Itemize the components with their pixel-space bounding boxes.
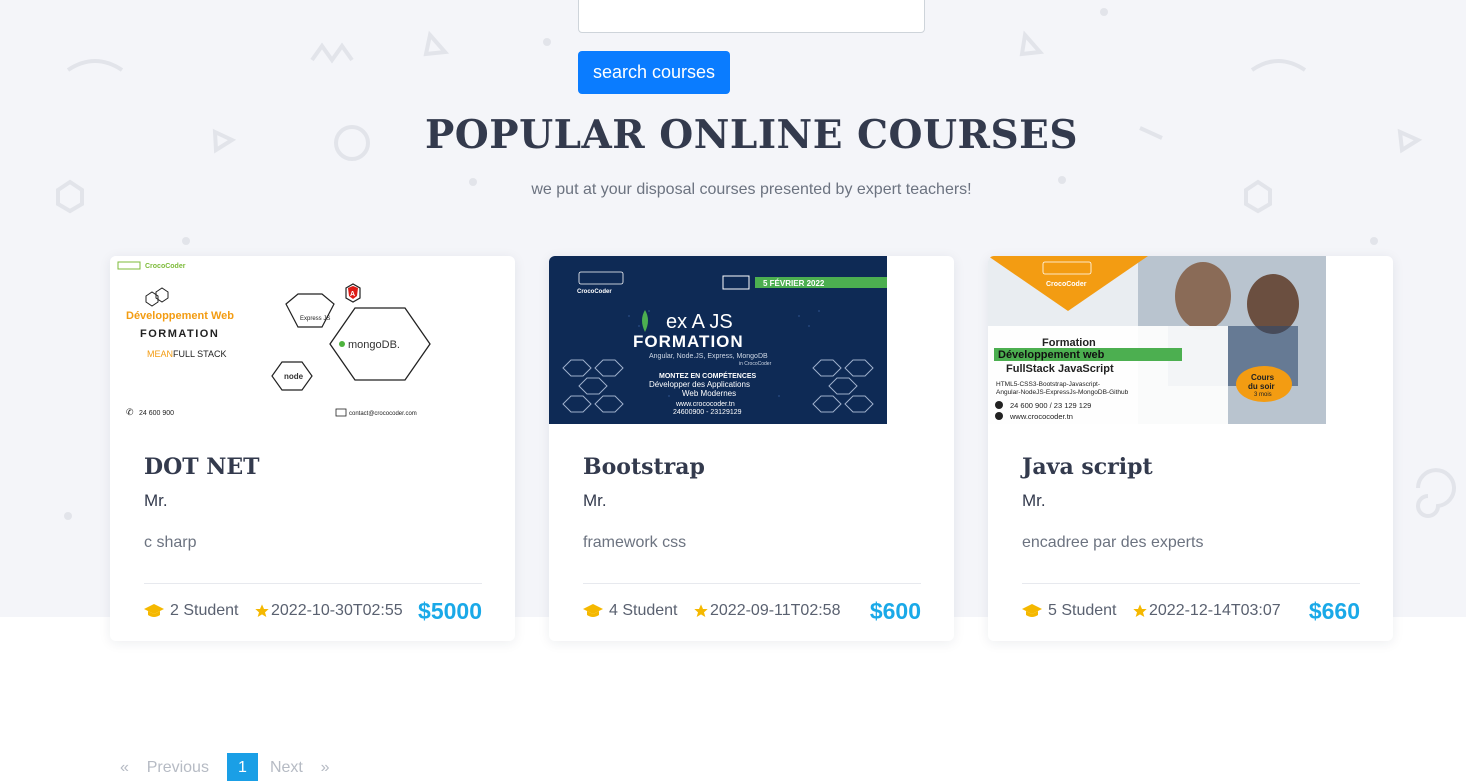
- image-phone: 24 600 900: [139, 410, 174, 417]
- course-image[interactable]: CrocoCoder 5 FÉVRIER 2022 ex A JS FORMAT…: [549, 256, 887, 424]
- graduation-cap-icon: [1022, 604, 1042, 617]
- image-site: www.crococoder.tn: [675, 401, 735, 408]
- image-stack2: Angular-NodeJS-ExpressJs-MongoDB-Github: [996, 389, 1129, 396]
- course-date: 2022-09-11T02:58: [693, 602, 840, 620]
- student-count: 5 Student: [1022, 602, 1117, 620]
- image-brand: CrocoCoder: [145, 263, 186, 270]
- image-line3: FullStack JavaScript: [1006, 363, 1114, 375]
- student-count: 4 Student: [583, 602, 678, 620]
- search-courses-button[interactable]: search courses: [578, 51, 730, 94]
- image-line3: FULL STACK: [173, 349, 227, 359]
- course-date-text: 2022-09-11T02:58: [710, 602, 841, 619]
- image-line1: Développement Web: [126, 310, 234, 322]
- card-divider: [144, 583, 482, 584]
- course-date: 2022-10-30T02:55: [254, 602, 403, 620]
- course-price: $660: [1308, 598, 1360, 624]
- pagination-previous-label[interactable]: Previous: [147, 759, 209, 776]
- course-card-java-script[interactable]: CrocoCoder Formation Développement web F…: [988, 256, 1393, 641]
- pagination-page-current[interactable]: 1: [226, 753, 258, 781]
- image-stack1: HTML5-CSS3-Bootstrap-Javascript-: [996, 381, 1100, 388]
- star-icon: [255, 604, 269, 617]
- course-title[interactable]: DOT NET: [144, 454, 260, 480]
- pagination-next-label[interactable]: Next: [270, 759, 303, 776]
- image-heading: FORMATION: [633, 332, 744, 351]
- prev-arrow-icon: «: [120, 759, 129, 776]
- next-arrow-icon: »: [320, 759, 330, 776]
- page-title: POPULAR ONLINE COURSES: [424, 112, 1079, 158]
- card-divider: [583, 583, 921, 584]
- course-teacher: Mr.: [144, 491, 168, 510]
- card-footer: 5 Student 2022-12-14T03:07 $660: [1022, 598, 1360, 626]
- course-card-bootstrap[interactable]: CrocoCoder 5 FÉVRIER 2022 ex A JS FORMAT…: [549, 256, 954, 641]
- course-description: c sharp: [144, 534, 197, 551]
- course-price: $5000: [418, 598, 482, 624]
- image-phones: 24600900 - 23129129: [673, 409, 742, 416]
- image-hex-node: node: [284, 372, 304, 381]
- course-date: 2022-12-14T03:07: [1132, 602, 1281, 620]
- card-footer: 4 Student 2022-09-11T02:58 $600: [583, 598, 921, 626]
- student-count: 2 Student: [144, 602, 239, 620]
- image-line2: FORMATION: [140, 328, 219, 340]
- image-skills3: Web Modernes: [682, 389, 736, 398]
- image-brand: CrocoCoder: [1046, 281, 1087, 288]
- image-brand: CrocoCoder: [577, 289, 612, 295]
- image-hex-angular: A: [350, 291, 355, 298]
- image-phones: 24 600 900 / 23 129 129: [1010, 401, 1091, 410]
- image-badge1: Cours: [1251, 373, 1275, 382]
- image-sub2: in CrocoCoder: [739, 361, 772, 367]
- image-logos: ex A JS: [666, 311, 733, 333]
- image-line2: Développement web: [998, 349, 1105, 361]
- student-count-text: 2 Student: [170, 602, 239, 619]
- card-footer: 2 Student 2022-10-30T02:55 $5000: [144, 598, 482, 626]
- course-card-dot-net[interactable]: CrocoCoder Développement Web FORMATION M…: [110, 256, 515, 641]
- image-line3-accent: MEAN: [147, 349, 173, 359]
- student-count-text: 5 Student: [1048, 602, 1117, 619]
- course-title[interactable]: Java script: [1022, 454, 1153, 480]
- course-image[interactable]: CrocoCoder Formation Développement web F…: [988, 256, 1326, 424]
- image-hex-mongo: mongoDB.: [348, 339, 400, 351]
- pagination-next[interactable]: Next »: [270, 759, 330, 777]
- star-icon: [1133, 604, 1147, 617]
- image-date-banner: 5 FÉVRIER 2022: [763, 279, 825, 288]
- card-divider: [1022, 583, 1360, 584]
- course-description: encadree par des experts: [1022, 534, 1204, 551]
- course-image[interactable]: CrocoCoder Développement Web FORMATION M…: [110, 256, 448, 424]
- course-price: $600: [869, 598, 921, 624]
- image-skills1: MONTEZ EN COMPÉTENCES: [659, 371, 757, 380]
- student-count-text: 4 Student: [609, 602, 678, 619]
- course-teacher: Mr.: [583, 491, 607, 510]
- course-date-text: 2022-12-14T03:07: [1149, 602, 1281, 619]
- course-date-text: 2022-10-30T02:55: [271, 602, 403, 619]
- image-badge3: 3 mois: [1254, 392, 1272, 398]
- image-sub: Angular, Node.JS, Express, MongoDB: [649, 353, 768, 360]
- course-description: framework css: [583, 534, 687, 551]
- image-hex-express: Express JS: [300, 316, 330, 322]
- image-skills2: Développer des Applications: [649, 380, 750, 389]
- page-subtitle: we put at your disposal courses presente…: [531, 181, 972, 198]
- graduation-cap-icon: [583, 604, 603, 617]
- svg-text:✆: ✆: [126, 407, 134, 417]
- pagination: « Previous 1 Next »: [120, 753, 330, 781]
- course-teacher: Mr.: [1022, 491, 1046, 510]
- image-line1: Formation: [1042, 337, 1096, 349]
- image-site: www.crococoder.tn: [1009, 412, 1073, 421]
- course-title[interactable]: Bootstrap: [583, 454, 705, 480]
- image-badge2: du soir: [1248, 382, 1275, 391]
- pagination-previous[interactable]: « Previous: [120, 759, 209, 777]
- image-email: contact@crococoder.com: [349, 411, 417, 417]
- search-input[interactable]: [578, 0, 925, 33]
- star-icon: [694, 604, 708, 617]
- graduation-cap-icon: [144, 604, 164, 617]
